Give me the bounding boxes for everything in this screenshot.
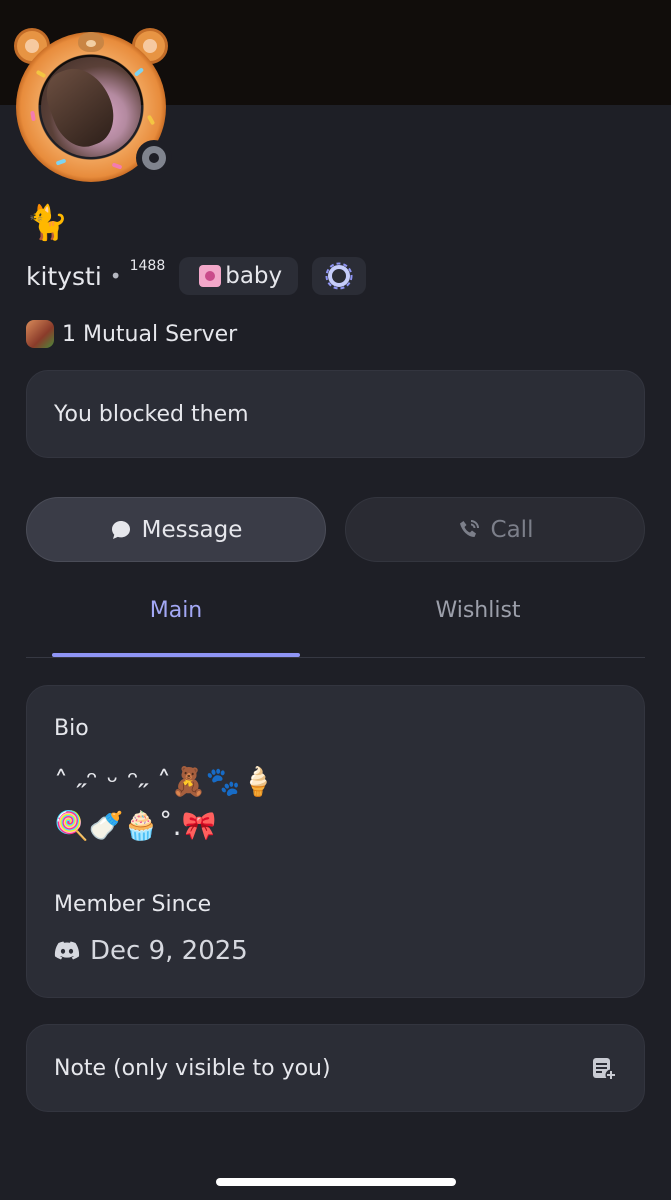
tab-divider [26, 657, 645, 658]
note-field[interactable]: Note (only visible to you) [26, 1024, 645, 1112]
avatar[interactable] [12, 28, 172, 183]
member-since-row: Dec 9, 2025 [54, 931, 248, 971]
add-note-icon[interactable] [591, 1055, 617, 1081]
bio-heading: Bio [54, 716, 89, 741]
call-button-label: Call [490, 516, 534, 543]
status-offline-icon [136, 140, 172, 176]
bio-line-2: 🍭🍼🧁˚.🎀 [54, 809, 217, 842]
message-button[interactable]: Message [26, 497, 326, 562]
tab-wishlist[interactable]: Wishlist [340, 598, 616, 638]
username[interactable]: kitysti [26, 262, 102, 291]
laurel-badge-icon [325, 262, 353, 290]
guild-tag-badge[interactable]: baby [179, 257, 299, 295]
guild-tag-label: baby [225, 263, 283, 289]
avatar-photo [41, 57, 141, 157]
server-icon [26, 320, 54, 348]
about-card: Bio ˄ ˶ᵔ ᵕ ᵔ˶ ˄🧸🐾🍦 🍭🍼🧁˚.🎀 Member Since D… [26, 685, 645, 998]
member-since-heading: Member Since [54, 892, 212, 917]
name-row: kitysti • 1488 baby [26, 256, 367, 296]
member-since-date: Dec 9, 2025 [90, 936, 248, 966]
bear-icon [78, 32, 104, 52]
profile-emoji: 🐈 [26, 203, 69, 243]
name-separator: • [109, 264, 122, 288]
discord-logo-icon [54, 941, 80, 960]
phone-icon [457, 518, 481, 542]
mutual-servers[interactable]: 1 Mutual Server [26, 316, 237, 352]
mutual-servers-label: 1 Mutual Server [62, 321, 238, 347]
message-button-label: Message [141, 516, 243, 543]
bio-line-1: ˄ ˶ᵔ ᵕ ᵔ˶ ˄🧸🐾🍦 [54, 765, 276, 798]
home-indicator[interactable] [216, 1178, 456, 1186]
blocked-notice: You blocked them [26, 370, 645, 458]
blocked-notice-text: You blocked them [54, 401, 249, 427]
note-label: Note (only visible to you) [54, 1055, 331, 1081]
user-tag: 1488 [129, 258, 166, 274]
tab-main[interactable]: Main [52, 598, 300, 638]
guild-tag-icon [199, 265, 222, 287]
chat-bubble-icon [110, 519, 132, 541]
nitro-badge[interactable] [312, 257, 367, 295]
call-button[interactable]: Call [345, 497, 645, 562]
